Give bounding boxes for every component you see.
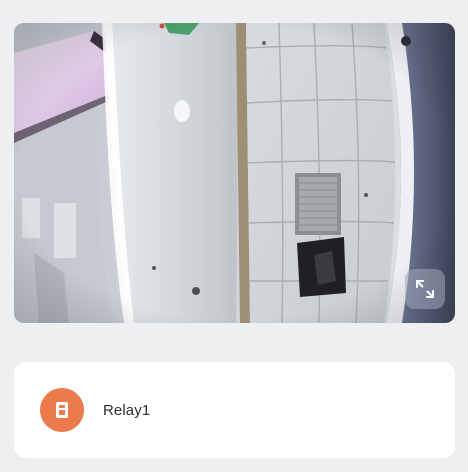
relay-switch-icon xyxy=(40,388,84,432)
device-panel: Relay1 xyxy=(0,0,468,472)
camera-image xyxy=(14,23,455,323)
expand-icon xyxy=(416,280,434,298)
relay-label: Relay1 xyxy=(103,401,151,419)
fullscreen-button[interactable] xyxy=(405,269,445,309)
camera-feed[interactable] xyxy=(14,23,455,323)
relay-icon-glyph xyxy=(56,402,68,418)
relay-item[interactable]: Relay1 xyxy=(14,362,455,458)
